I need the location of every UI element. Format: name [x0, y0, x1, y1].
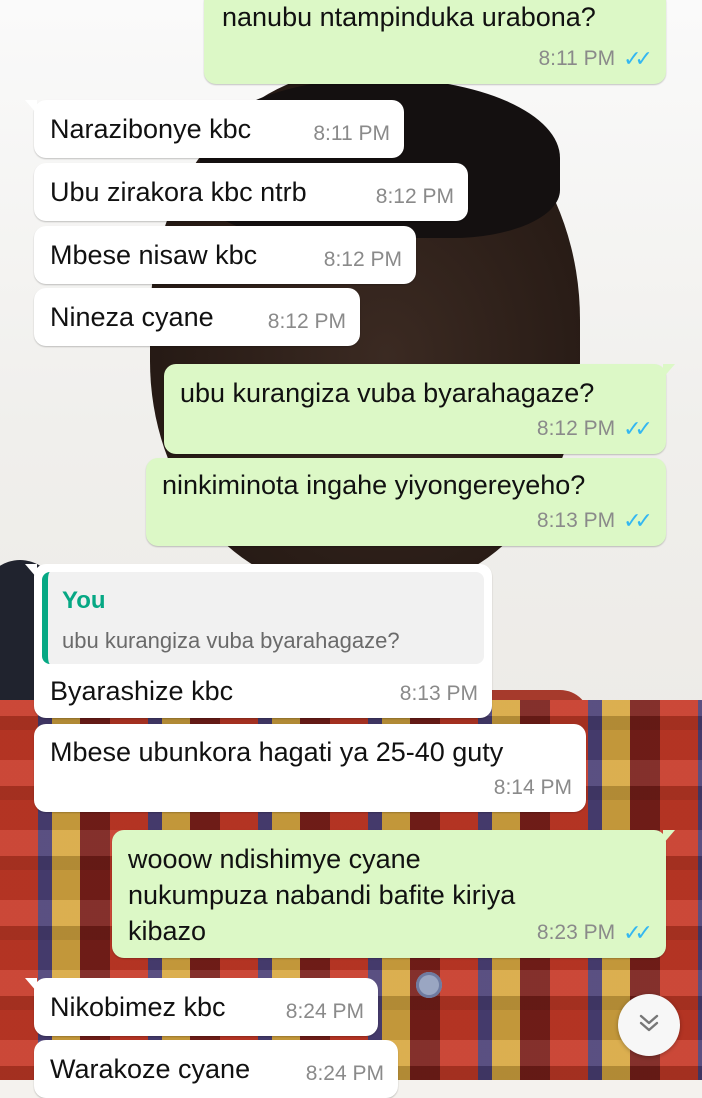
- message-time: 8:24 PM: [285, 1000, 364, 1023]
- message-time: 8:11 PM: [313, 122, 390, 145]
- incoming-reply-message[interactable]: You ubu kurangiza vuba byarahagaze? Byar…: [25, 564, 492, 718]
- message-text: ubu kurangiza vuba byarahagaze?: [180, 378, 595, 408]
- message-text: Nineza cyane: [50, 302, 214, 332]
- message-time: 8:13 PM: [399, 682, 478, 705]
- message-text-line: kibazo: [128, 916, 207, 946]
- quoted-author: You: [62, 587, 106, 614]
- chevron-double-down-icon: [636, 1010, 662, 1041]
- message-text: Mbese nisaw kbc: [50, 240, 258, 270]
- message-time: 8:12 PM: [267, 310, 346, 333]
- message-text: Narazibonye kbc: [50, 114, 252, 144]
- outgoing-message[interactable]: ninkiminota ingahe yiyongereyeho? 8:13 P…: [146, 458, 666, 546]
- incoming-message[interactable]: Nineza cyane 8:12 PM: [34, 288, 360, 346]
- message-text: Warakoze cyane: [50, 1054, 251, 1084]
- outgoing-message[interactable]: wooow ndishimye cyane nukumpuza nabandi …: [112, 830, 675, 958]
- message-time: 8:12 PM: [536, 417, 616, 440]
- message-time: 8:12 PM: [323, 248, 402, 271]
- message-time: 8:23 PM: [536, 921, 616, 944]
- quoted-text: ubu kurangiza vuba byarahagaze?: [62, 628, 400, 653]
- incoming-message[interactable]: Mbese ubunkora hagati ya 25-40 guty 8:14…: [34, 724, 586, 812]
- read-ticks-icon: ✓✓: [623, 508, 653, 533]
- message-time: 8:24 PM: [305, 1062, 384, 1085]
- incoming-message[interactable]: Warakoze cyane 8:24 PM: [34, 1040, 398, 1098]
- message-text-line: wooow ndishimye cyane: [128, 844, 421, 874]
- message-text: ninkiminota ingahe yiyongereyeho?: [162, 470, 586, 500]
- read-ticks-icon: ✓✓: [623, 416, 653, 441]
- read-ticks-icon: ✓✓: [623, 46, 653, 71]
- incoming-message[interactable]: Narazibonye kbc 8:11 PM: [25, 100, 404, 158]
- message-list[interactable]: nanubu ntampinduka urabona? 8:11 PM ✓✓ N…: [0, 0, 702, 1098]
- message-time: 8:13 PM: [536, 509, 616, 532]
- incoming-message[interactable]: Ubu zirakora kbc ntrb 8:12 PM: [34, 163, 468, 221]
- incoming-message[interactable]: Nikobimez kbc 8:24 PM: [25, 978, 378, 1036]
- message-text: Byarashize kbc: [50, 676, 234, 706]
- message-text: nanubu ntampinduka urabona?: [222, 2, 596, 32]
- message-text: Mbese ubunkora hagati ya 25-40 guty: [50, 737, 504, 767]
- message-text: Ubu zirakora kbc ntrb: [50, 177, 307, 207]
- message-time: 8:11 PM: [538, 47, 616, 70]
- outgoing-message[interactable]: ubu kurangiza vuba byarahagaze? 8:12 PM …: [164, 364, 675, 454]
- message-text: Nikobimez kbc: [50, 992, 226, 1022]
- quoted-message[interactable]: You ubu kurangiza vuba byarahagaze?: [42, 572, 484, 664]
- incoming-message[interactable]: Mbese nisaw kbc 8:12 PM: [34, 226, 416, 284]
- message-time: 8:14 PM: [493, 776, 572, 799]
- message-time: 8:12 PM: [375, 185, 454, 208]
- scroll-to-bottom-button[interactable]: [618, 994, 680, 1056]
- read-ticks-icon: ✓✓: [623, 920, 653, 945]
- outgoing-message[interactable]: nanubu ntampinduka urabona? 8:11 PM ✓✓: [204, 0, 666, 84]
- message-text-line: nukumpuza nabandi bafite kiriya: [128, 880, 516, 910]
